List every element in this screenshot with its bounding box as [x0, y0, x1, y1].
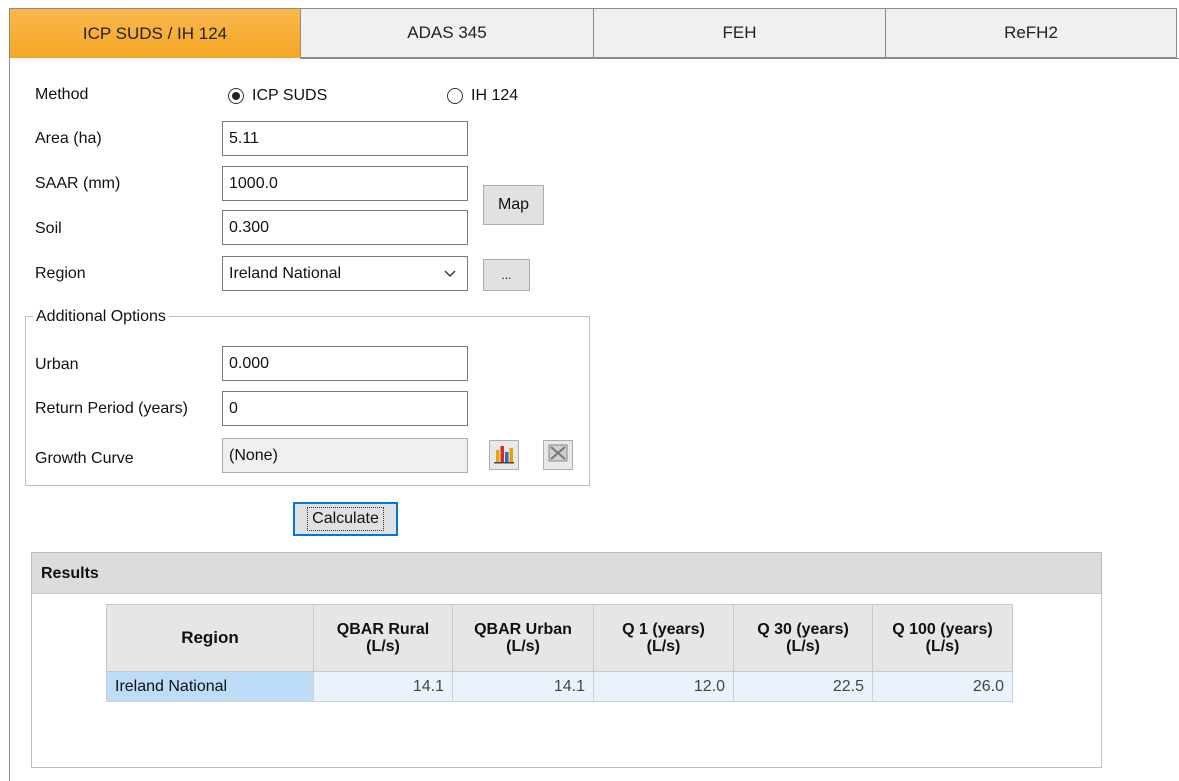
- column-header-label: QBAR Rural (L/s): [336, 621, 430, 655]
- tab-underline: [300, 58, 1179, 59]
- soil-label: Soil: [35, 220, 62, 237]
- region-more-label: ...: [501, 268, 512, 282]
- return-period-label: Return Period (years): [35, 400, 188, 417]
- column-header-qbar-urban[interactable]: QBAR Urban (L/s): [452, 604, 594, 672]
- radio-circle: [447, 88, 463, 104]
- growth-curve-field: (None): [222, 438, 468, 473]
- table-row[interactable]: Ireland National 14.1 14.1 12.0 22.5 26.…: [106, 671, 1013, 702]
- additional-options-title: Additional Options: [33, 308, 169, 326]
- table-cell[interactable]: 22.5: [733, 671, 873, 702]
- radio-icp-suds-label: ICP SUDS: [252, 87, 328, 104]
- column-header-q30[interactable]: Q 30 (years) (L/s): [733, 604, 873, 672]
- results-title: Results: [41, 565, 99, 582]
- tab-label: ADAS 345: [407, 23, 487, 42]
- tab-adas-345[interactable]: ADAS 345: [300, 8, 593, 58]
- urban-label: Urban: [35, 356, 79, 373]
- saar-field[interactable]: 1000.0: [222, 166, 468, 201]
- table-cell[interactable]: 26.0: [872, 671, 1013, 702]
- growth-curve-chart-button[interactable]: [489, 440, 519, 470]
- radio-ih-124[interactable]: IH 124: [447, 87, 518, 105]
- column-header-label: Q 1 (years) (L/s): [622, 621, 705, 655]
- method-label: Method: [35, 86, 89, 103]
- region-select[interactable]: Ireland National: [222, 256, 468, 291]
- results-table: Region QBAR Rural (L/s) QBAR Urban (L/s)…: [106, 604, 1013, 702]
- return-period-field[interactable]: 0: [222, 391, 468, 426]
- column-header-label: Q 30 (years) (L/s): [757, 621, 849, 655]
- area-label: Area (ha): [35, 130, 102, 147]
- radio-icp-suds[interactable]: ICP SUDS: [228, 87, 327, 105]
- results-header: [32, 553, 1101, 594]
- calculate-button-label: Calculate: [307, 507, 384, 531]
- column-header-q1[interactable]: Q 1 (years) (L/s): [593, 604, 734, 672]
- clear-chart-icon: [547, 442, 569, 469]
- column-header-q100[interactable]: Q 100 (years) (L/s): [872, 604, 1013, 672]
- column-header-region[interactable]: Region: [106, 604, 314, 672]
- radio-ih-124-label: IH 124: [471, 87, 519, 104]
- column-header-label: QBAR Urban (L/s): [474, 621, 572, 655]
- map-button[interactable]: Map: [483, 185, 544, 225]
- panel-border: [9, 58, 10, 781]
- tab-label: ReFH2: [1004, 23, 1058, 42]
- tab-icp-suds-ih124[interactable]: ICP SUDS / IH 124: [9, 8, 300, 58]
- saar-label: SAAR (mm): [35, 175, 121, 192]
- table-cell[interactable]: 14.1: [313, 671, 453, 702]
- tab-feh[interactable]: FEH: [593, 8, 885, 58]
- tab-label: ICP SUDS / IH 124: [82, 23, 228, 43]
- calculate-button[interactable]: Calculate: [293, 502, 398, 536]
- soil-field[interactable]: 0.300: [222, 210, 468, 245]
- table-cell[interactable]: 14.1: [452, 671, 594, 702]
- table-cell-region[interactable]: Ireland National: [106, 671, 314, 702]
- urban-field[interactable]: 0.000: [222, 346, 468, 381]
- region-label: Region: [35, 265, 86, 282]
- region-select-value: Ireland National: [229, 265, 342, 282]
- growth-curve-label: Growth Curve: [35, 450, 134, 467]
- tab-bar: ICP SUDS / IH 124 ADAS 345 FEH ReFH2: [9, 8, 1179, 60]
- tab-refh2[interactable]: ReFH2: [885, 8, 1177, 58]
- tab-label: FEH: [722, 23, 757, 42]
- region-more-button[interactable]: ...: [483, 259, 530, 291]
- map-button-label: Map: [497, 196, 530, 213]
- table-cell[interactable]: 12.0: [593, 671, 734, 702]
- area-field[interactable]: 5.11: [222, 121, 468, 156]
- column-header-label: Q 100 (years) (L/s): [892, 621, 993, 655]
- column-header-label: Region: [181, 628, 239, 647]
- growth-curve-clear-button[interactable]: [543, 440, 573, 470]
- results-header-row: Region QBAR Rural (L/s) QBAR Urban (L/s)…: [106, 604, 1013, 672]
- radio-circle: [228, 88, 244, 104]
- column-header-qbar-rural[interactable]: QBAR Rural (L/s): [313, 604, 453, 672]
- chevron-down-icon: [443, 257, 457, 302]
- bar-chart-icon: [493, 442, 515, 469]
